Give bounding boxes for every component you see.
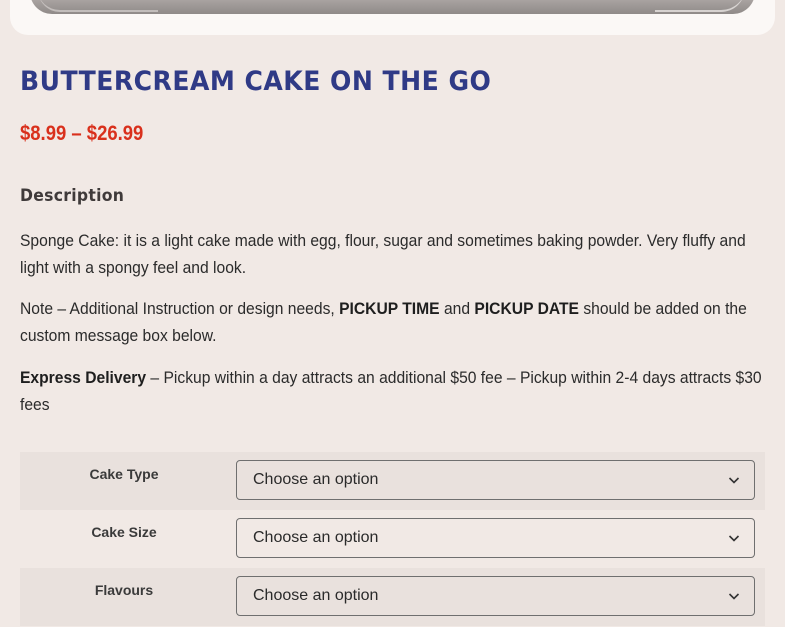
cake-size-select[interactable]: Choose an option <box>236 518 755 558</box>
express-delivery-emphasis: Express Delivery <box>20 368 147 387</box>
variation-row-cake-type: Cake Type Choose an option <box>20 452 765 510</box>
flavours-select[interactable]: Choose an option <box>236 576 755 616</box>
price-range: $8.99 – $26.99 <box>20 122 144 145</box>
select-value: Choose an option <box>253 529 379 546</box>
chevron-down-icon <box>728 477 740 484</box>
pickup-date-emphasis: PICKUP DATE <box>474 299 579 318</box>
description-paragraph-note: Note – Additional Instruction or design … <box>20 299 747 345</box>
description-heading: Description <box>20 186 125 206</box>
cake-type-select[interactable]: Choose an option <box>236 460 755 500</box>
variation-label: Flavours <box>94 582 154 598</box>
product-image-card <box>10 0 775 35</box>
product-title: Buttercream Cake on the go <box>20 66 492 97</box>
chevron-down-icon <box>728 593 740 600</box>
chevron-down-icon <box>728 535 740 542</box>
variation-row-flavours: Flavours Choose an option <box>20 568 765 626</box>
select-value: Choose an option <box>253 587 379 604</box>
variation-label: Cake Size <box>91 524 157 540</box>
product-image[interactable] <box>30 0 755 14</box>
variation-row-cake-size: Cake Size Choose an option <box>20 510 765 568</box>
description-paragraph-express: Express Delivery – Pickup within a day a… <box>20 368 762 414</box>
variation-label: Cake Type <box>89 466 159 482</box>
select-value: Choose an option <box>253 471 379 488</box>
description-paragraph-sponge: Sponge Cake: it is a light cake made wit… <box>20 231 746 277</box>
pickup-time-emphasis: PICKUP TIME <box>339 299 440 318</box>
variations-table: Cake Type Choose an option Cake Size Cho… <box>20 452 765 626</box>
